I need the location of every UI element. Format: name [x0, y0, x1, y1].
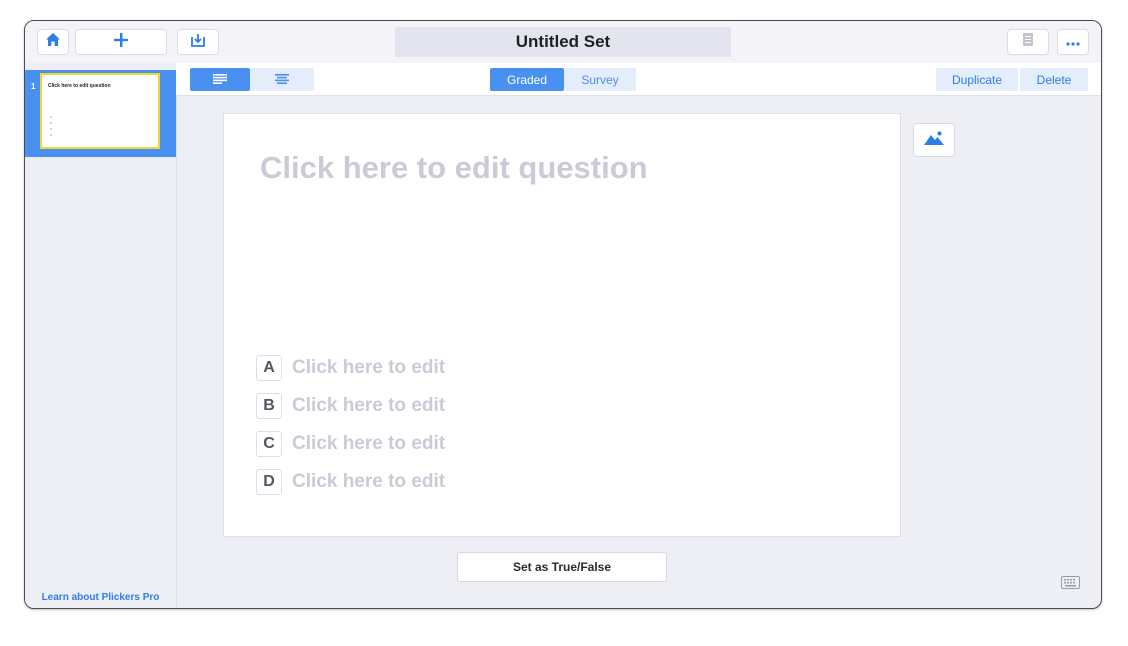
image-icon [924, 131, 944, 150]
duplicate-button[interactable]: Duplicate [936, 68, 1018, 91]
choice-letter[interactable]: D [256, 469, 282, 495]
import-button[interactable] [177, 29, 219, 55]
choice-text[interactable]: Click here to edit [292, 433, 445, 455]
home-icon [45, 32, 61, 52]
slide-sidebar: 1 Click here to edit question A B C D Le… [25, 63, 177, 608]
choice-a[interactable]: A Click here to edit [256, 354, 445, 382]
home-button[interactable] [37, 29, 69, 55]
choice-text[interactable]: Click here to edit [292, 357, 445, 379]
layout-center-align-icon [275, 73, 289, 87]
thumbnail-question: Click here to edit question [48, 83, 111, 89]
import-icon [190, 33, 206, 52]
thumbnail-option: B [50, 121, 53, 125]
more-button[interactable] [1057, 29, 1089, 55]
thumbnail-option: C [50, 127, 53, 131]
slide-thumbnail[interactable]: Click here to edit question A B C D [40, 73, 160, 149]
layout-center-button[interactable] [250, 68, 314, 91]
choice-b[interactable]: B Click here to edit [256, 392, 445, 420]
choice-d[interactable]: D Click here to edit [256, 468, 445, 496]
question-card: Click here to edit question A Click here… [223, 113, 901, 537]
top-bar: Untitled Set [25, 21, 1101, 64]
choice-letter[interactable]: B [256, 393, 282, 419]
layout-left-align-icon [213, 73, 227, 87]
choice-text[interactable]: Click here to edit [292, 395, 445, 417]
choice-letter[interactable]: A [256, 355, 282, 381]
thumbnail-option: D [50, 133, 53, 137]
editor-toolbar: Graded Survey Duplicate Delete [176, 63, 1101, 96]
app-window: Untitled Set 1 Click here to edit questi… [24, 20, 1102, 609]
question-input[interactable]: Click here to edit question [260, 150, 648, 186]
plus-icon [114, 32, 128, 52]
layout-left-button[interactable] [190, 68, 250, 91]
choice-letter[interactable]: C [256, 431, 282, 457]
new-set-button[interactable] [75, 29, 167, 55]
document-button[interactable] [1007, 29, 1049, 55]
slide-number: 1 [31, 82, 36, 91]
choice-text[interactable]: Click here to edit [292, 471, 445, 493]
tab-survey[interactable]: Survey [564, 68, 636, 91]
more-icon [1066, 33, 1080, 51]
set-true-false-button[interactable]: Set as True/False [457, 552, 667, 582]
tab-graded[interactable]: Graded [490, 68, 564, 91]
delete-button[interactable]: Delete [1020, 68, 1088, 91]
thumbnail-option: A [50, 115, 53, 119]
document-icon [1023, 33, 1033, 51]
slide-list-item[interactable]: 1 Click here to edit question A B C D [25, 70, 176, 157]
keyboard-icon[interactable] [1061, 576, 1080, 594]
choice-c[interactable]: C Click here to edit [256, 430, 445, 458]
learn-plickers-pro-link[interactable]: Learn about Plickers Pro [25, 592, 176, 603]
set-title[interactable]: Untitled Set [395, 27, 731, 57]
add-image-button[interactable] [913, 123, 955, 157]
